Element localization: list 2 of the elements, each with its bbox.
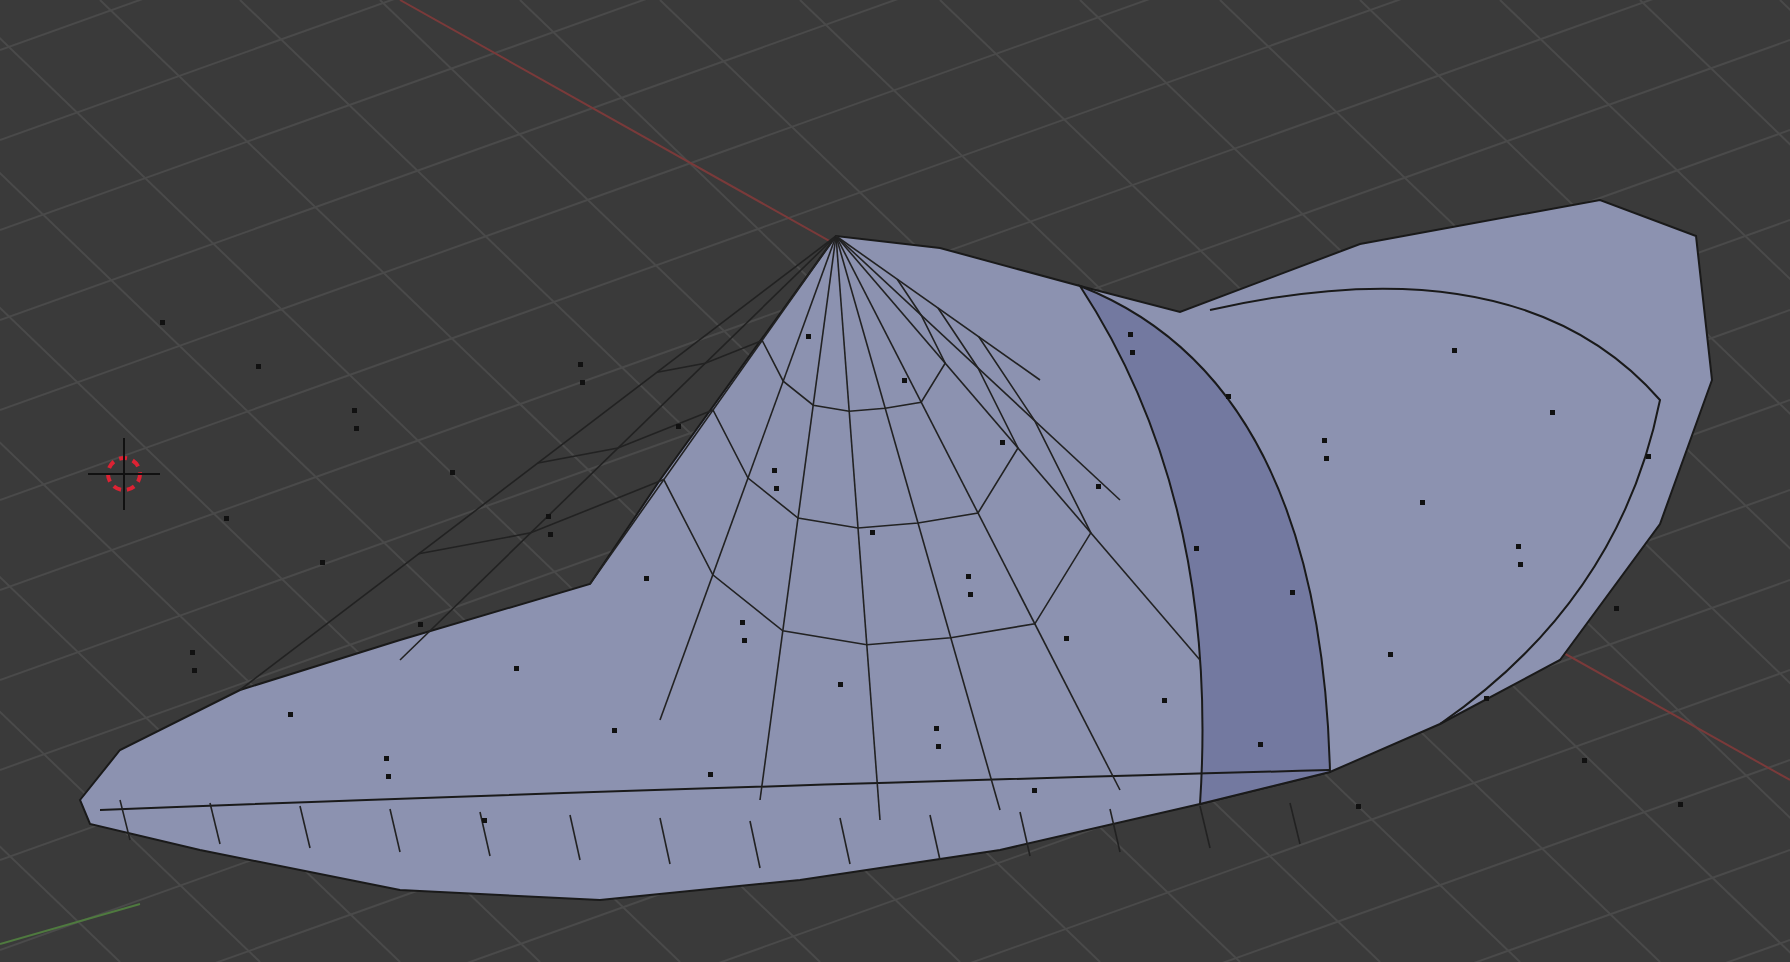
viewport-canvas[interactable] (0, 0, 1790, 962)
3d-cursor-icon[interactable] (87, 437, 161, 511)
